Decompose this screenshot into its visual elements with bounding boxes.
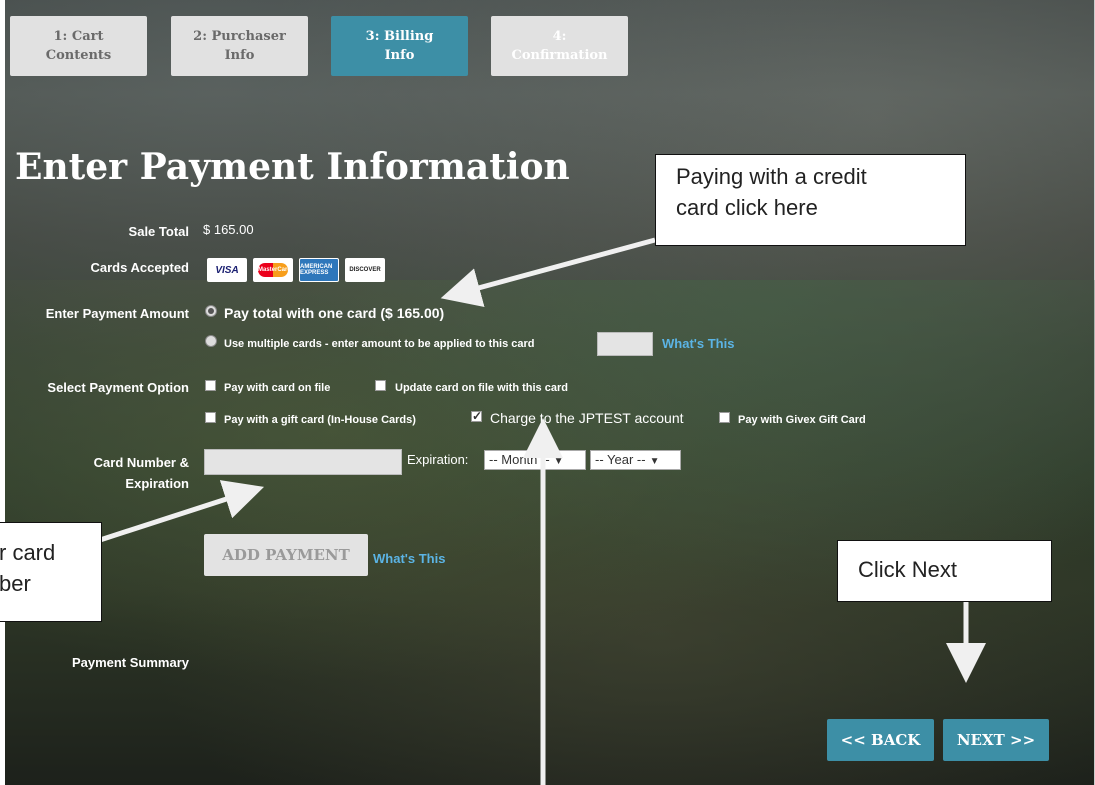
callout-credit-card-line2: card click here xyxy=(676,195,818,220)
callout-credit-card: Paying with a credit card click here xyxy=(655,154,966,246)
callout-card-number-line1: r card xyxy=(0,540,56,565)
callout-card-number: r card ber xyxy=(0,522,102,622)
callout-card-number-line2: ber xyxy=(0,571,31,596)
arrow-to-card-number xyxy=(99,480,265,543)
callout-credit-card-line1: Paying with a credit xyxy=(676,164,867,189)
arrow-to-pay-total xyxy=(440,237,656,308)
annotation-arrows xyxy=(99,237,986,785)
callout-click-next: Click Next xyxy=(837,540,1052,602)
